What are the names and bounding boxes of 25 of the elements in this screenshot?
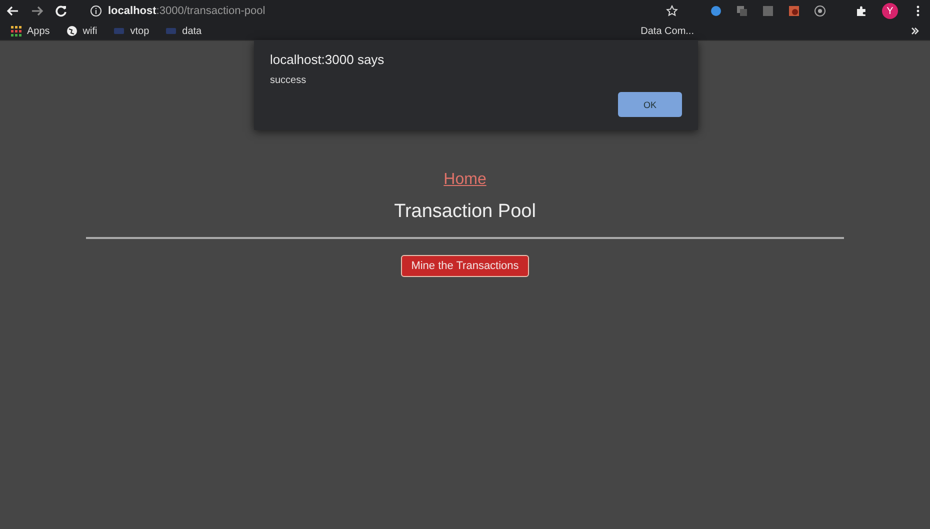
extension-icon[interactable] [814,5,826,17]
page-title: Transaction Pool [394,201,536,223]
ok-button[interactable]: OK [618,92,682,117]
bookmark[interactable]: Apps [10,25,50,37]
extension-icon[interactable] [788,5,800,17]
star-icon[interactable] [666,5,678,17]
forward-icon[interactable] [30,4,44,18]
puzzle-icon[interactable] [856,5,868,17]
info-icon[interactable] [90,5,102,17]
profile-avatar[interactable]: Y [882,3,898,19]
site-icon [113,25,126,37]
back-icon[interactable] [6,4,20,18]
dialog-message: success [270,75,308,86]
site-icon [165,25,178,37]
bookmark[interactable]: wifi [66,25,98,37]
dialog-title: localhost:3000 says [270,52,386,67]
bookmark[interactable]: Data Com... [640,26,694,36]
bookmark[interactable]: data [165,25,202,37]
reload-icon[interactable] [54,4,68,18]
apps-grid-icon [10,25,22,37]
extension-icon[interactable] [710,5,722,17]
mine-button[interactable]: Mine the Transactions [401,255,529,277]
extension-icon[interactable] [736,5,748,17]
bookmark[interactable]: vtop [113,25,150,37]
chevron-icon[interactable] [910,26,920,36]
